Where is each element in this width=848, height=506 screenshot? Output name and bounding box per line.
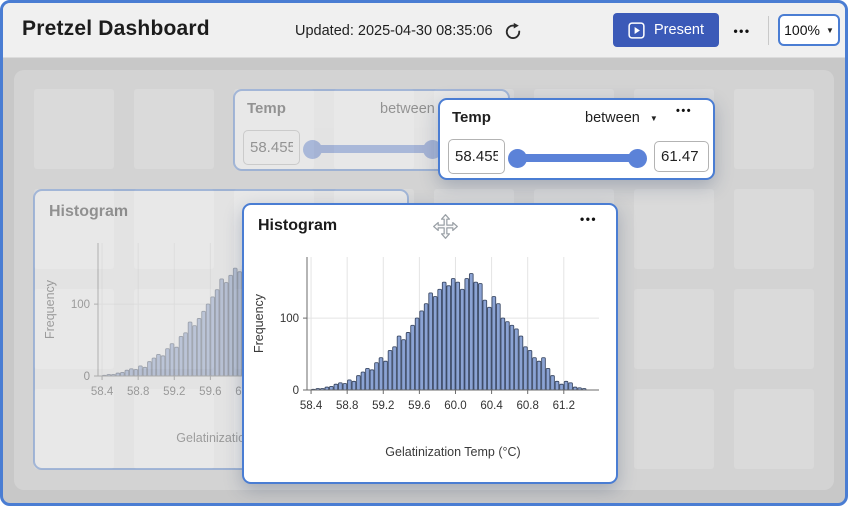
max-value-input[interactable] <box>654 141 709 172</box>
placeholder-tile <box>734 289 814 369</box>
chevron-down-icon: ▼ <box>650 114 658 123</box>
range-slider-track[interactable] <box>517 154 637 162</box>
placeholder-tile <box>634 389 714 469</box>
svg-text:Frequency: Frequency <box>252 293 266 353</box>
placeholder-tile <box>734 389 814 469</box>
slider-handle-max[interactable] <box>628 149 647 168</box>
operator-dropdown[interactable]: between ▼ <box>585 110 658 126</box>
placeholder-tile <box>734 189 814 269</box>
slider-handle-min <box>303 140 322 159</box>
refresh-button[interactable] <box>503 21 523 41</box>
more-icon: ••• <box>580 212 597 226</box>
temp-filter-card[interactable]: Temp between ▼ ••• <box>438 98 715 180</box>
chart-title: Histogram <box>49 203 128 221</box>
placeholder-tile <box>634 289 714 369</box>
updated-label: Updated: 2025-04-30 08:35:06 <box>295 23 493 39</box>
placeholder-tile <box>34 89 114 169</box>
chevron-down-icon: ▼ <box>826 26 834 35</box>
chart-title: Histogram <box>258 217 337 235</box>
svg-text:100: 100 <box>280 313 299 325</box>
svg-text:58.4: 58.4 <box>300 400 323 412</box>
range-slider-track <box>312 145 432 153</box>
placeholder-tile <box>734 89 814 169</box>
svg-text:59.2: 59.2 <box>372 400 394 412</box>
updated-status: Updated: 2025-04-30 08:35:06 <box>295 21 523 41</box>
operator-value: between <box>585 110 640 126</box>
svg-text:61.2: 61.2 <box>553 400 575 412</box>
svg-text:58.8: 58.8 <box>336 400 358 412</box>
more-icon: ••• <box>733 24 750 38</box>
header-more-button[interactable]: ••• <box>722 18 762 44</box>
header-bar: Pretzel Dashboard Updated: 2025-04-30 08… <box>3 3 845 58</box>
present-label: Present <box>654 22 704 38</box>
header-divider <box>768 16 769 45</box>
slider-handle-min[interactable] <box>508 149 527 168</box>
min-value-input <box>243 130 300 165</box>
page-title: Pretzel Dashboard <box>22 17 210 41</box>
zoom-level-value: 100% <box>784 22 820 38</box>
more-icon: ••• <box>676 105 692 117</box>
svg-text:58.4: 58.4 <box>91 386 114 398</box>
histogram-card[interactable]: Histogram ••• 0 100 58.4 58.8 59.2 59.6 60.0 60… <box>242 203 618 484</box>
app-window: Pretzel Dashboard Updated: 2025-04-30 08… <box>0 0 848 506</box>
svg-text:Frequency: Frequency <box>43 279 57 339</box>
svg-text:59.6: 59.6 <box>199 386 221 398</box>
svg-text:Gelatinization Temp (°C): Gelatinization Temp (°C) <box>385 445 520 459</box>
placeholder-tile <box>134 89 214 169</box>
histogram-chart: 0 100 58.4 58.8 59.2 59.6 60.0 60.4 60.8 61.2 Gela… <box>249 247 611 465</box>
svg-text:60.0: 60.0 <box>444 400 466 412</box>
svg-text:0: 0 <box>84 371 90 383</box>
placeholder-tile <box>634 189 714 269</box>
refresh-icon <box>503 21 523 41</box>
move-icon[interactable] <box>432 213 459 240</box>
filter-more-button[interactable]: ••• <box>676 105 692 117</box>
filter-title: Temp <box>247 100 286 117</box>
svg-text:60.8: 60.8 <box>516 400 538 412</box>
svg-text:59.2: 59.2 <box>163 386 185 398</box>
play-icon <box>628 22 645 39</box>
present-button[interactable]: Present <box>613 13 719 47</box>
svg-text:0: 0 <box>293 385 299 397</box>
zoom-level-dropdown[interactable]: 100% ▼ <box>778 14 840 46</box>
svg-text:60.4: 60.4 <box>480 400 503 412</box>
chart-more-button[interactable]: ••• <box>580 212 597 226</box>
min-value-input[interactable] <box>448 139 505 174</box>
svg-text:58.8: 58.8 <box>127 386 149 398</box>
svg-text:100: 100 <box>71 299 90 311</box>
svg-text:59.6: 59.6 <box>408 400 430 412</box>
filter-title: Temp <box>452 109 491 126</box>
operator-value: between <box>380 101 435 117</box>
